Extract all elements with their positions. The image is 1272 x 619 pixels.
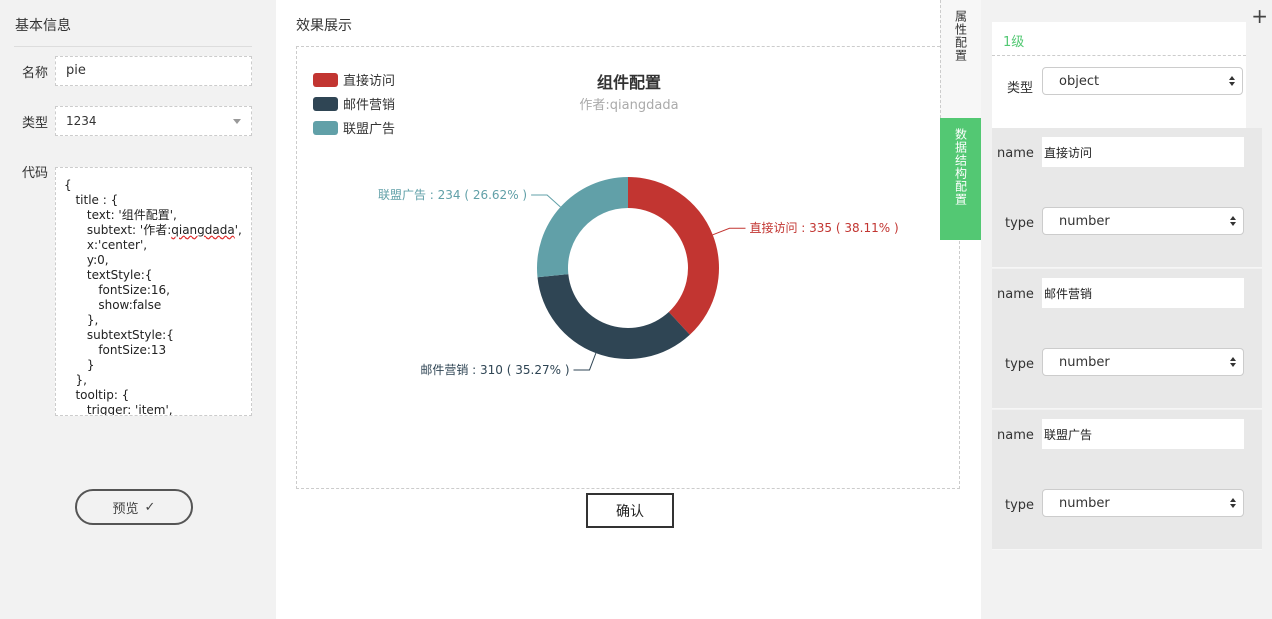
- code-label: 代码: [22, 166, 49, 181]
- field-type-value: number: [1059, 214, 1110, 229]
- code-line: }: [64, 358, 95, 372]
- chart-subtitle: 作者:qiangdada: [579, 98, 678, 113]
- code-line: trigger: 'item',: [64, 403, 173, 416]
- pie-chart: 组件配置作者:qiangdada 直接访问邮件营销联盟广告直接访问 : 335 (…: [313, 73, 899, 377]
- label-line: [712, 227, 746, 236]
- field-type-select[interactable]: number: [1042, 489, 1244, 517]
- type-select[interactable]: 1234: [55, 106, 252, 136]
- code-line: fontSize:13: [64, 343, 167, 357]
- tab-data-structure-config-label: 数据结构配置: [953, 128, 968, 206]
- pie-slice: [537, 177, 628, 278]
- code-line: y:0,: [64, 253, 109, 267]
- field-type-select[interactable]: number: [1042, 348, 1244, 376]
- code-line: },: [64, 373, 87, 387]
- preview-panel: 效果展示 组件配置 作者:qiangdada 直接访问 邮件营销 联盟广告 直接访问 : …: [276, 0, 981, 619]
- field-type-value: number: [1059, 355, 1110, 370]
- field-block: name 联盟广告 type number: [992, 410, 1262, 550]
- field-name-input[interactable]: 邮件营销: [1042, 278, 1244, 308]
- preview-button-label: 预览: [112, 501, 139, 517]
- tab-attribute-config[interactable]: 属性配置: [940, 0, 982, 118]
- code-line: {: [64, 178, 72, 192]
- field-name-input[interactable]: 直接访问: [1042, 137, 1244, 167]
- legend-swatch: [313, 97, 338, 111]
- code-line: text: '组件配置',: [64, 208, 177, 222]
- tab-attribute-config-label: 属性配置: [953, 10, 968, 62]
- field-name-label: name: [997, 287, 1034, 302]
- label-line: [531, 194, 561, 208]
- chart-title: 组件配置: [597, 73, 661, 92]
- level-type-select[interactable]: object: [1042, 67, 1243, 95]
- data-label: 邮件营销 : 310 ( 35.27% ): [420, 363, 569, 377]
- code-line: show:false: [64, 298, 162, 312]
- select-arrows-icon: [1230, 498, 1236, 508]
- select-arrows-icon: [1229, 76, 1235, 86]
- data-label: 直接访问 : 335 ( 38.11% ): [749, 220, 898, 235]
- label-line: [573, 352, 597, 371]
- level-title: 1级: [992, 22, 1246, 56]
- legend-swatch: [313, 73, 338, 87]
- code-line: subtextStyle:{: [64, 328, 174, 342]
- field-type-label: type: [1005, 216, 1035, 231]
- basic-info-panel: 基本信息 名称 pie 类型 1234 代码 { title : { text:…: [0, 0, 276, 619]
- pie-slice: [537, 274, 690, 360]
- legend-label: 直接访问: [343, 73, 395, 89]
- type-select-value: 1234: [66, 114, 97, 128]
- code-line: title : {: [64, 193, 119, 207]
- code-line: subtext: '作者:qiangdada',: [64, 223, 242, 237]
- field-block: name 直接访问 type number: [992, 128, 1262, 268]
- basic-info-title: 基本信息: [15, 18, 71, 34]
- code-line: x:'center',: [64, 238, 148, 252]
- name-input[interactable]: pie: [55, 56, 252, 86]
- field-type-select[interactable]: number: [1042, 207, 1244, 235]
- code-line: },: [64, 313, 99, 327]
- code-line: fontSize:16,: [64, 283, 170, 297]
- field-type-label: type: [1005, 498, 1035, 513]
- check-icon: ✓: [144, 499, 156, 515]
- legend-label: 邮件营销: [343, 98, 395, 113]
- tab-data-structure-config[interactable]: 数据结构配置: [940, 118, 982, 240]
- pie-slice: [628, 177, 719, 335]
- field-type-label: type: [1005, 357, 1035, 372]
- divider: [14, 46, 252, 47]
- confirm-button[interactable]: 确认: [586, 493, 674, 528]
- confirm-button-label: 确认: [616, 503, 644, 520]
- select-arrows-icon: [1230, 216, 1236, 226]
- field-name-label: name: [997, 428, 1034, 443]
- field-type-value: number: [1059, 496, 1110, 511]
- caret-down-icon: [233, 119, 241, 124]
- field-name-input[interactable]: 联盟广告: [1042, 419, 1244, 449]
- level-type-value: object: [1059, 74, 1100, 89]
- code-line: textStyle:{: [64, 268, 153, 282]
- level-card: 1级 类型 object: [992, 22, 1246, 128]
- code-editor[interactable]: { title : { text: '组件配置', subtext: '作者:q…: [55, 167, 252, 416]
- type-label: 类型: [22, 116, 49, 131]
- add-icon[interactable]: +: [1251, 6, 1268, 26]
- field-block: name 邮件营销 type number: [992, 269, 1262, 409]
- field-name-label: name: [997, 146, 1034, 161]
- level-type-label: 类型: [1007, 81, 1034, 96]
- preview-button[interactable]: 预览 ✓: [75, 489, 193, 525]
- code-line: tooltip: {: [64, 388, 130, 402]
- data-structure-panel: + 1级 类型 object name 直接访问 type number nam…: [981, 0, 1272, 619]
- name-label: 名称: [22, 66, 49, 81]
- data-label: 联盟广告 : 234 ( 26.62% ): [378, 188, 527, 202]
- legend-label: 联盟广告: [343, 122, 395, 137]
- legend-swatch: [313, 121, 338, 135]
- select-arrows-icon: [1230, 357, 1236, 367]
